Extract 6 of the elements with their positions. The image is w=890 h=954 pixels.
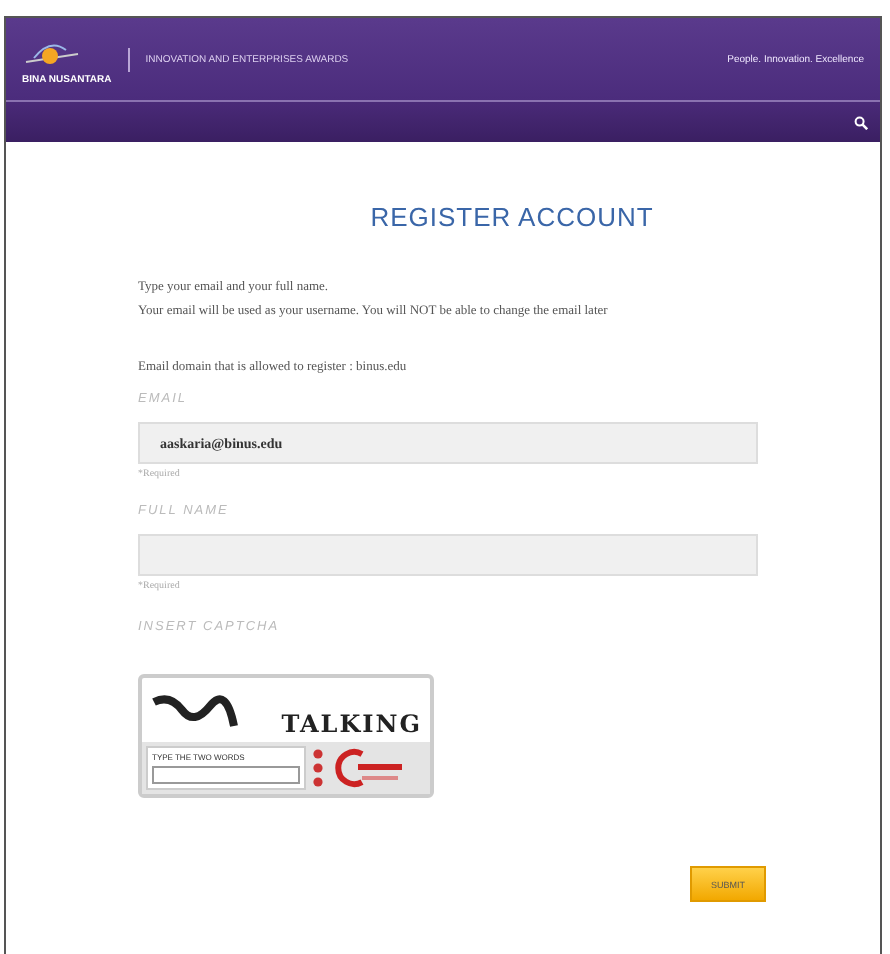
captcha-input[interactable] — [152, 766, 300, 784]
input-field[interactable] — [138, 534, 758, 576]
search-icon[interactable] — [854, 115, 868, 129]
captcha-controls-icon[interactable] — [312, 748, 324, 788]
captcha-word: TALKING — [281, 710, 422, 738]
page-title: REGISTER ACCOUNT — [370, 202, 654, 232]
